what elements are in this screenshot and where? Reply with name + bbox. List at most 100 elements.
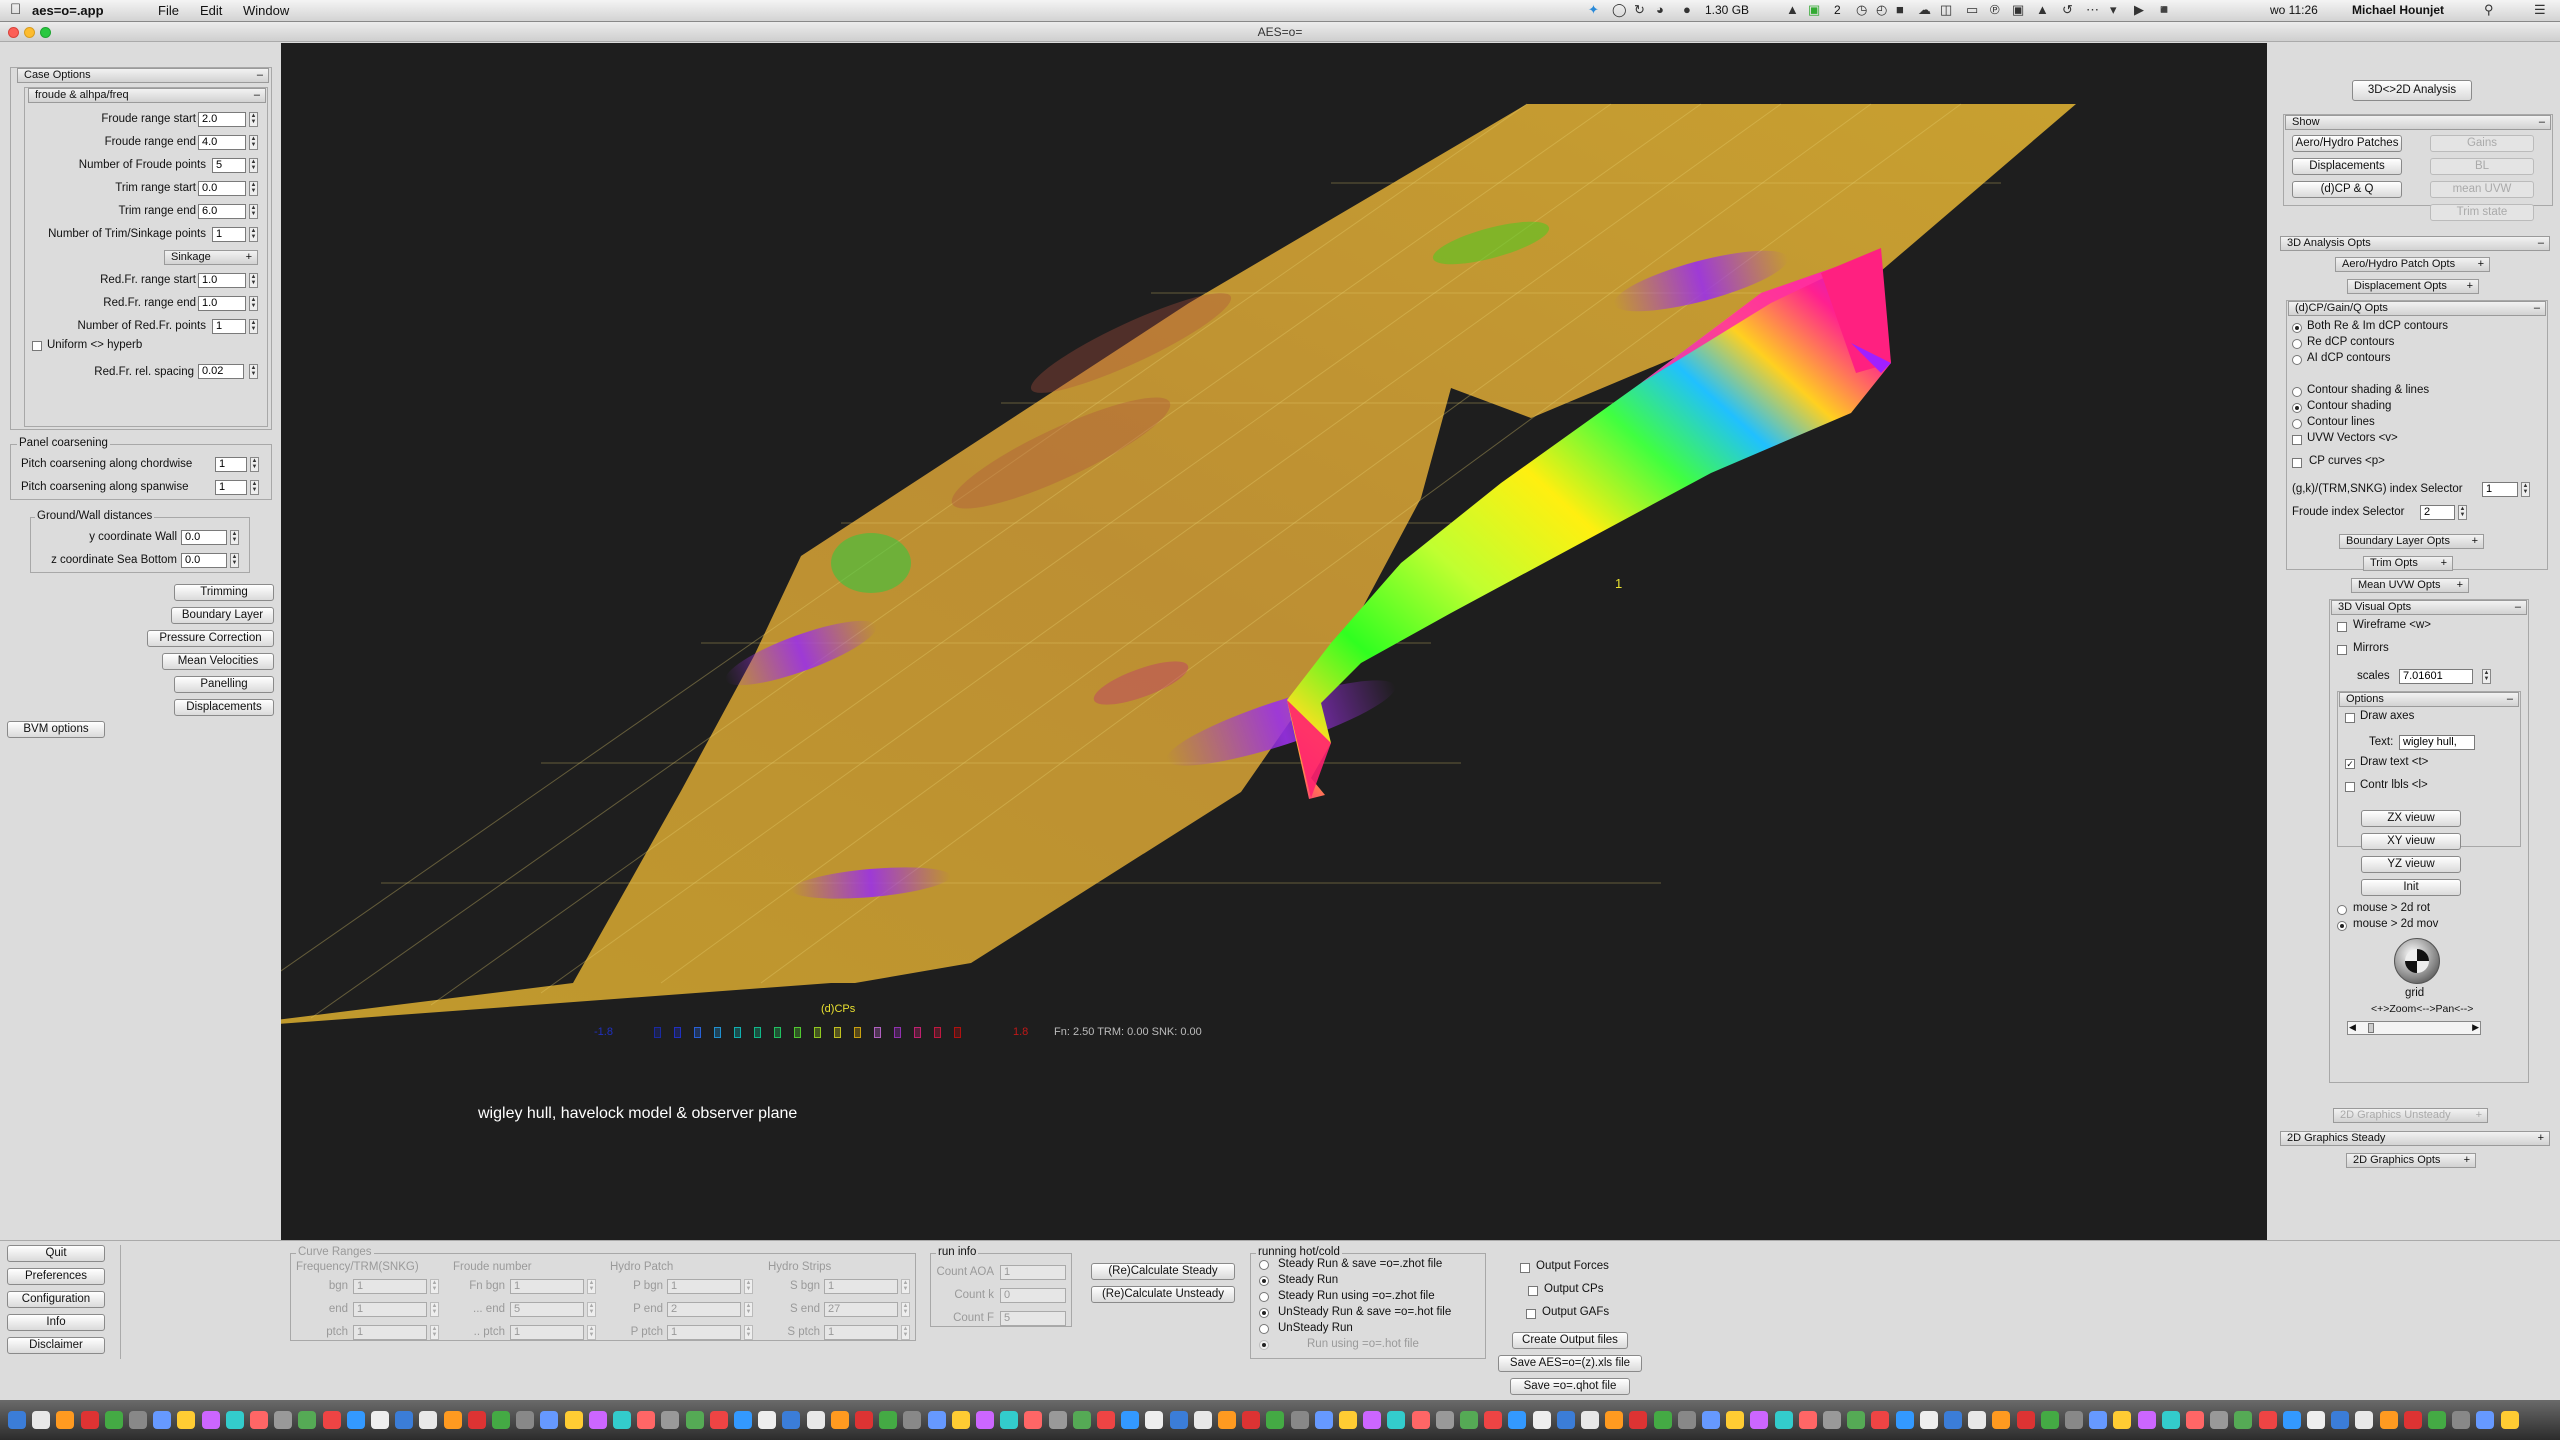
trim-range-end-stepper[interactable]: ▲ ▼ xyxy=(249,204,258,219)
game-icon[interactable]: ■ xyxy=(1896,2,1904,17)
trim-state-button[interactable]: Trim state xyxy=(2430,204,2534,221)
apple-menu-icon[interactable]:  xyxy=(10,1,21,18)
dock-app-icon[interactable] xyxy=(2428,1411,2446,1429)
run-mode-radio[interactable] xyxy=(1259,1260,1269,1270)
contr-lbls-checkbox[interactable] xyxy=(2345,782,2355,792)
3d-analysis-opts-title[interactable]: 3D Analysis Opts – xyxy=(2280,236,2550,251)
dock-app-icon[interactable] xyxy=(540,1411,559,1429)
redfr-range-start-stepper[interactable]: ▲ ▼ xyxy=(249,273,258,288)
dock-app-icon[interactable] xyxy=(274,1411,293,1429)
z-sea-bottom-stepper[interactable]: ▲ ▼ xyxy=(230,553,239,568)
twitter-icon[interactable]: ✦ xyxy=(1588,2,1599,18)
bluetooth-icon[interactable]: ℗ xyxy=(1990,2,2000,17)
fn-ptch-stepper[interactable]: ▲ ▼ xyxy=(587,1325,596,1340)
power-icon[interactable]: ◾ xyxy=(2156,2,2172,18)
y-wall-stepper[interactable]: ▲ ▼ xyxy=(230,530,239,545)
dock-app-icon[interactable] xyxy=(637,1411,656,1429)
patch-opts-toggle[interactable]: Aero/Hydro Patch Opts + xyxy=(2335,257,2490,272)
configuration-button[interactable]: Configuration xyxy=(7,1291,105,1308)
dock-app-icon[interactable] xyxy=(2307,1411,2325,1429)
dock-app-icon[interactable] xyxy=(2282,1411,2301,1429)
bl-opts-toggle[interactable]: Boundary Layer Opts + xyxy=(2339,534,2484,549)
freq-bgn-input[interactable]: 1 xyxy=(353,1279,427,1294)
dock-app-icon[interactable] xyxy=(298,1411,317,1429)
yz-view-button[interactable]: YZ vieuw xyxy=(2361,856,2461,873)
freq-end-stepper[interactable]: ▲ ▼ xyxy=(430,1302,439,1317)
dock-app-icon[interactable] xyxy=(927,1411,946,1429)
freq-ptch-input[interactable]: 1 xyxy=(353,1325,427,1340)
dock-app-icon[interactable] xyxy=(1460,1411,1478,1429)
bl-button[interactable]: BL xyxy=(2430,158,2534,175)
dock-app-icon[interactable] xyxy=(1653,1411,1672,1429)
dock-app-icon[interactable] xyxy=(1121,1411,1140,1429)
dots-icon[interactable]: ⋯ xyxy=(2086,2,2099,18)
run-mode-radio[interactable] xyxy=(1259,1292,1269,1302)
z-sea-bottom-input[interactable]: 0.0 xyxy=(181,553,227,568)
slider-right-icon[interactable]: ▶ xyxy=(2472,1022,2479,1033)
plus-icon[interactable]: + xyxy=(246,251,252,264)
xy-view-button[interactable]: XY vieuw xyxy=(2361,833,2461,850)
pitch-spanwise-input[interactable]: 1 xyxy=(215,480,247,495)
wifi-icon[interactable]: ▾ xyxy=(2110,2,2117,18)
dock-app-icon[interactable] xyxy=(806,1411,825,1429)
edit-menu[interactable]: Edit xyxy=(200,3,222,18)
dock-app-icon[interactable] xyxy=(1387,1411,1406,1429)
redfr-range-end-stepper[interactable]: ▲ ▼ xyxy=(249,296,258,311)
redfr-spacing-input[interactable]: 0.02 xyxy=(198,364,244,379)
ai-dcp-radio[interactable] xyxy=(2292,355,2302,365)
dock-app-icon[interactable] xyxy=(2379,1411,2398,1429)
collapse-icon[interactable]: – xyxy=(254,89,260,102)
cloud-icon[interactable]: ☁ xyxy=(1918,2,1931,18)
pitch-chordwise-stepper[interactable]: ▲ ▼ xyxy=(250,457,259,472)
3d-viewport[interactable]: (d)CPs -1.8 1.8 Fn: 2.50 TRM: 0.00 SNK: … xyxy=(281,43,2267,1240)
dock-app-icon[interactable] xyxy=(1411,1411,1430,1429)
displacements-button[interactable]: Displacements xyxy=(174,699,274,716)
fn-bgn-input[interactable]: 1 xyxy=(510,1279,584,1294)
mean-velocities-button[interactable]: Mean Velocities xyxy=(162,653,274,670)
index-selector-input[interactable]: 1 xyxy=(2482,482,2518,497)
shading-radio[interactable] xyxy=(2292,403,2302,413)
create-output-files-button[interactable]: Create Output files xyxy=(1512,1332,1628,1349)
dock-app-icon[interactable] xyxy=(2258,1411,2277,1429)
output-gafs-checkbox[interactable] xyxy=(1526,1309,1536,1319)
dock-app-icon[interactable] xyxy=(830,1411,849,1429)
zoom-pan-slider[interactable]: ◀ ▶ xyxy=(2347,1021,2481,1035)
drive-icon[interactable]: ◫ xyxy=(1940,2,1952,18)
dock-app-icon[interactable] xyxy=(1944,1411,1962,1429)
timer-icon[interactable]: ◴ xyxy=(1876,2,1887,18)
dock-app-icon[interactable] xyxy=(1072,1411,1091,1429)
dock-app-icon[interactable] xyxy=(32,1411,51,1429)
dock-app-icon[interactable] xyxy=(1556,1411,1575,1429)
draw-text-checkbox[interactable]: ✓ xyxy=(2345,759,2355,769)
dock-app-icon[interactable] xyxy=(2161,1411,2180,1429)
index-selector-stepper[interactable]: ▲ ▼ xyxy=(2521,482,2530,497)
froude-range-end-input[interactable]: 4.0 xyxy=(198,135,246,150)
scales-stepper[interactable]: ▲ ▼ xyxy=(2482,669,2491,684)
mirrors-checkbox[interactable] xyxy=(2337,645,2347,655)
dock-app-icon[interactable] xyxy=(1823,1411,1841,1429)
dock-app-icon[interactable] xyxy=(1048,1411,1067,1429)
p-end-input[interactable]: 2 xyxy=(667,1302,741,1317)
dock-app-icon[interactable] xyxy=(225,1411,244,1429)
dock-app-icon[interactable] xyxy=(2210,1411,2229,1429)
clock-text[interactable]: wo 11:26 xyxy=(2270,3,2318,17)
quit-button[interactable]: Quit xyxy=(7,1245,105,1262)
dock-app-icon[interactable] xyxy=(129,1411,147,1429)
fn-bgn-stepper[interactable]: ▲ ▼ xyxy=(587,1279,596,1294)
dock-app-icon[interactable] xyxy=(395,1411,414,1429)
trim-opts-toggle[interactable]: Trim Opts + xyxy=(2363,556,2453,571)
s-ptch-input[interactable]: 1 xyxy=(824,1325,898,1340)
run-mode-radio[interactable] xyxy=(1259,1324,1269,1334)
3d-2d-analysis-button[interactable]: 3D<>2D Analysis xyxy=(2352,80,2472,101)
show-title[interactable]: Show – xyxy=(2285,115,2551,130)
dock-app-icon[interactable] xyxy=(2355,1411,2374,1429)
dock-app-icon[interactable] xyxy=(879,1411,898,1429)
cp-q-button[interactable]: (d)CP & Q xyxy=(2292,181,2402,198)
file-menu[interactable]: File xyxy=(158,3,179,18)
dock-app-icon[interactable] xyxy=(1871,1411,1890,1429)
froude-group-title[interactable]: froude & alhpa/freq – xyxy=(28,88,266,103)
user-name[interactable]: Michael Hounjet xyxy=(2352,3,2444,17)
spotlight-icon[interactable]: ⚲ xyxy=(2484,2,2494,18)
freq-bgn-stepper[interactable]: ▲ ▼ xyxy=(430,1279,439,1294)
clock-icon[interactable]: ◷ xyxy=(1856,2,1867,18)
